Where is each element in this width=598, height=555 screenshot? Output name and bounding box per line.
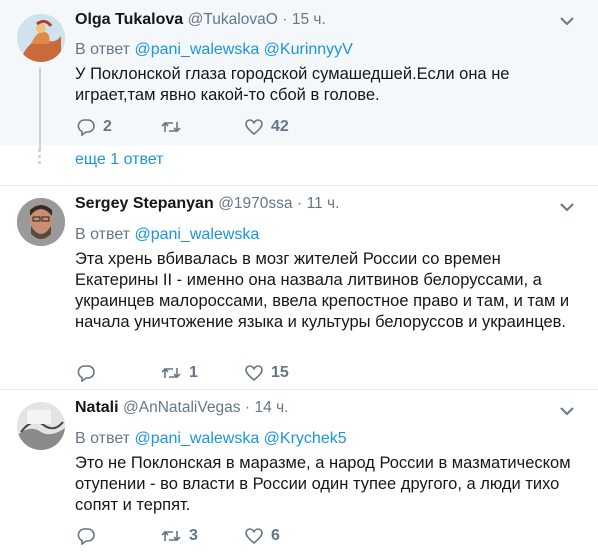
like-icon [245,119,263,136]
reply-count: 2 [103,118,112,135]
avatar-image-icon [17,198,65,246]
reply-mention-link[interactable]: @Krychek5 [264,430,347,447]
like-icon [245,365,263,382]
reply-context: В ответ @pani_walewska @Krychek5 [75,429,347,449]
chevron-down-icon[interactable] [558,12,576,30]
reply-icon [77,119,95,136]
reply-prefix: В ответ [75,226,131,243]
like-button[interactable]: 15 [245,362,289,384]
reply-button[interactable]: 2 [77,116,112,138]
tweet-text: У Поклонской глаза городской сумашедшей.… [75,65,510,104]
reply-context: В ответ @pani_walewska [75,225,259,245]
tweet-sergey[interactable]: Sergey Stepanyan @1970ssa · 11 ч. В отве… [0,186,598,389]
author-name[interactable]: Sergey Stepanyan [75,195,214,212]
reply-mention-link[interactable]: @pani_walewska [134,430,259,447]
avatar[interactable] [17,402,65,450]
author-handle[interactable]: @AnNataliVegas [123,399,240,416]
chevron-down-icon[interactable] [558,402,576,420]
avatar-image-icon [17,14,65,62]
like-count: 6 [271,527,280,544]
tweet-header: Natali @AnNataliVegas · 14 ч. [75,398,288,418]
separator-dot: · [296,195,303,212]
thread-dots [38,149,42,164]
reply-icon [77,365,95,382]
reply-mention-link[interactable]: @pani_walewska [134,41,259,58]
like-icon [245,528,263,545]
avatar[interactable] [17,14,65,62]
reply-context: В ответ @pani_walewska @KurinnyyV [75,40,353,60]
retweet-count: 1 [189,364,198,381]
timestamp[interactable]: 14 ч. [255,399,289,416]
reply-prefix: В ответ [75,41,131,58]
avatar-image-icon [17,402,65,450]
like-count: 15 [271,364,289,381]
tweet-header: Sergey Stepanyan @1970ssa · 11 ч. [75,194,339,214]
author-handle[interactable]: @TukalovaO [188,11,278,28]
like-button[interactable]: 42 [245,116,289,138]
separator-dot: · [244,399,251,416]
reply-prefix: В ответ [75,430,131,447]
like-button[interactable]: 6 [245,525,280,547]
avatar[interactable] [17,198,65,246]
retweet-count: 3 [189,527,198,544]
reply-button[interactable] [77,362,103,384]
timestamp[interactable]: 11 ч. [307,195,340,212]
tweet-text: Это не Поклонская в маразме, а народ Рос… [75,454,571,514]
tweet-header: Olga Tukalova @TukalovaO · 15 ч. [75,10,326,30]
retweet-icon [161,530,181,542]
reply-icon [77,528,95,545]
tweet-natali[interactable]: Natali @AnNataliVegas · 14 ч. В ответ @p… [0,390,598,555]
reply-mention-link[interactable]: @pani_walewska [134,226,259,243]
reply-button[interactable] [77,525,103,547]
tweet-olga[interactable]: Olga Tukalova @TukalovaO · 15 ч. В ответ… [0,0,598,150]
retweet-button[interactable]: 3 [161,525,198,547]
timestamp[interactable]: 15 ч. [292,11,326,28]
reply-mention-link[interactable]: @KurinnyyV [264,41,353,58]
author-name[interactable]: Olga Tukalova [75,11,183,28]
separator-dot: · [282,11,288,28]
retweet-button[interactable] [161,116,189,138]
author-name[interactable]: Natali [75,399,119,416]
author-handle[interactable]: @1970ssa [218,195,292,212]
tweet-text: Эта хрень вбивалась в мозг жителей Росси… [75,250,570,331]
thread-line [39,68,41,150]
chevron-down-icon[interactable] [558,198,576,216]
show-more-replies-link[interactable]: еще 1 ответ [75,151,163,169]
retweet-button[interactable]: 1 [161,362,198,384]
retweet-icon [161,121,181,133]
like-count: 42 [271,118,289,135]
retweet-icon [161,367,181,379]
